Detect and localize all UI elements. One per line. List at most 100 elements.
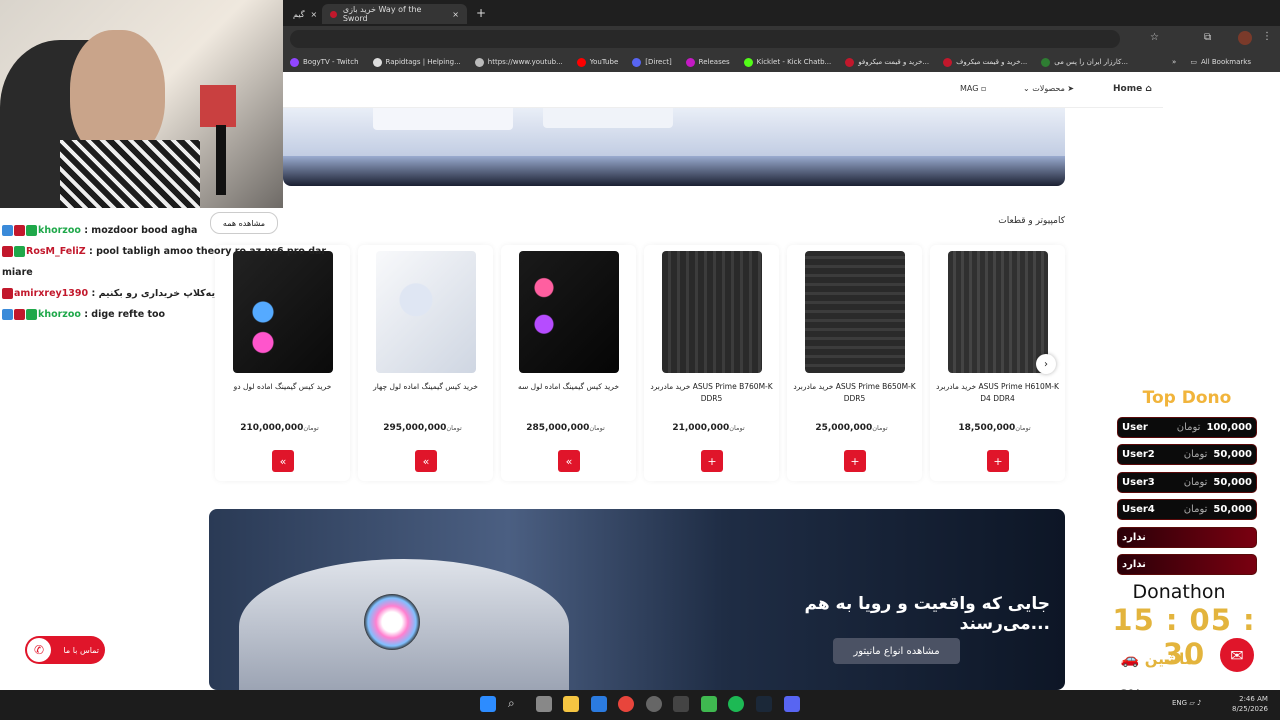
top-banner[interactable]: [283, 108, 1065, 186]
bookmark-item[interactable]: https://www.youtub...: [474, 57, 563, 67]
app-icon[interactable]: [673, 696, 689, 712]
extensions-icon[interactable]: ⧉: [1204, 32, 1211, 43]
start-icon[interactable]: [480, 696, 496, 712]
clock[interactable]: 2:46 AM 8/25/2026: [1232, 694, 1268, 714]
vpn-icon[interactable]: [591, 696, 607, 712]
badge-icon: [14, 225, 25, 236]
bookmark-item[interactable]: خرید و قیمت میکروفو...: [845, 57, 929, 67]
app-icon[interactable]: [701, 696, 717, 712]
product-name[interactable]: خرید کیس گیمینگ اماده لول چهار: [362, 381, 489, 393]
add-to-cart-button[interactable]: +: [987, 450, 1009, 472]
task-view-icon[interactable]: [536, 696, 552, 712]
phone-icon: ✆: [27, 638, 51, 662]
bookmark-item[interactable]: کارزار ایران را پس می...: [1041, 57, 1128, 67]
taskbar: [0, 690, 1280, 720]
bookmark-item[interactable]: Kicklet - Kick Chatb...: [743, 57, 831, 67]
badge-icon: [2, 246, 13, 257]
tab-active[interactable]: خرید بازی Way of the Sword ×: [322, 4, 467, 24]
badge-icon: [26, 309, 37, 320]
car-icon: 🚗: [1120, 650, 1140, 668]
chevron-right-icon[interactable]: »: [1172, 58, 1176, 66]
chat-bubble-icon: ✉: [1218, 636, 1256, 674]
chat-message: amirxrey1390 : یه‌کلاپ خریداری رو بکنیم: [2, 283, 352, 304]
product-price: تومان285,000,000: [526, 423, 605, 433]
discord-icon[interactable]: [784, 696, 800, 712]
chat-message: RosM_FeliZ : pool tabligh amoo theory ro…: [2, 246, 327, 278]
system-tray[interactable]: ENG ▱ ♪: [1172, 699, 1201, 707]
nav-mag[interactable]: MAG ▫: [960, 84, 986, 93]
chat-message: khorzoo : dige refte too: [2, 304, 352, 325]
product-name[interactable]: خرید کیس گیمینگ اماده لول دو: [219, 381, 346, 393]
all-bookmarks[interactable]: ▭ All Bookmarks: [1190, 58, 1251, 66]
poster-image: [200, 85, 236, 127]
product-price: تومان210,000,000: [240, 423, 319, 433]
obs-icon[interactable]: [646, 696, 662, 712]
product-image[interactable]: [519, 251, 619, 373]
bookmark-item[interactable]: YouTube: [576, 57, 618, 67]
spotify-icon[interactable]: [728, 696, 744, 712]
add-to-cart-button[interactable]: «: [558, 450, 580, 472]
badge-icon: [14, 246, 25, 257]
product-card[interactable]: خرید مادربرد ASUS Prime B650M-K DDR5 توم…: [787, 245, 922, 481]
product-name[interactable]: خرید مادربرد ASUS Prime H610M-K D4 DDR4: [934, 381, 1061, 405]
chevron-down-icon: ⌄: [1023, 84, 1030, 93]
address-bar[interactable]: [290, 30, 1120, 48]
avatar[interactable]: [1238, 31, 1252, 45]
badge-icon: [2, 288, 13, 299]
product-name[interactable]: خرید مادربرد ASUS Prime B760M-K DDR5: [648, 381, 775, 405]
product-image[interactable]: [376, 251, 476, 373]
product-name[interactable]: خرید مادربرد ASUS Prime B650M-K DDR5: [791, 381, 918, 405]
product-card[interactable]: خرید کیس گیمینگ اماده لول چهار تومان295,…: [358, 245, 493, 481]
nav-products[interactable]: ⌄ محصولات ➤: [1023, 84, 1074, 93]
add-to-cart-button[interactable]: +: [701, 450, 723, 472]
product-image[interactable]: [948, 251, 1048, 373]
add-to-cart-button[interactable]: +: [844, 450, 866, 472]
dono-row: ندارد: [1117, 554, 1257, 575]
carousel-next-button[interactable]: ›: [1036, 354, 1056, 374]
close-icon[interactable]: ×: [452, 10, 459, 19]
rgb-ring: [364, 594, 420, 650]
menu-icon[interactable]: ⋮: [1262, 31, 1272, 42]
bookmark-item[interactable]: [Direct]: [632, 57, 672, 67]
dono-row: ندارد: [1117, 527, 1257, 548]
chat-overlay: khorzoo : mozdoor bood agha RosM_FeliZ :…: [2, 220, 352, 325]
product-price: تومان21,000,000: [672, 423, 745, 433]
product-name[interactable]: خرید کیس گیمینگ اماده لول سه: [505, 381, 632, 393]
close-icon[interactable]: ×: [311, 10, 318, 19]
add-to-cart-button[interactable]: «: [272, 450, 294, 472]
tab-game[interactable]: گیم ×: [285, 4, 321, 24]
bookmark-item[interactable]: خرید و قیمت میکروف...: [943, 57, 1027, 67]
dono-row: User2 تومان 50,000: [1117, 444, 1257, 465]
bookmark-item[interactable]: BogyTV - Twitch: [290, 57, 359, 67]
view-monitors-button[interactable]: مشاهده انواع مانیتور: [833, 638, 960, 664]
bookmark-item[interactable]: Releases: [685, 57, 730, 67]
shirt-image: [60, 140, 200, 208]
add-to-cart-button[interactable]: «: [415, 450, 437, 472]
section-title: کامپیوتر و قطعات: [998, 216, 1065, 226]
webcam-feed: [0, 0, 283, 208]
product-image[interactable]: [805, 251, 905, 373]
product-price: تومان25,000,000: [815, 423, 888, 433]
product-image[interactable]: [662, 251, 762, 373]
new-tab-button[interactable]: +: [476, 6, 486, 20]
site-nav: Home ⌂ ⌄ محصولات ➤ MAG ▫: [283, 72, 1163, 108]
home-icon: ⌂: [1145, 84, 1152, 94]
product-card[interactable]: خرید مادربرد ASUS Prime B760M-K DDR5 توم…: [644, 245, 779, 481]
reward-label: 🚗 ماشین: [1120, 650, 1194, 668]
dono-row: User3 تومان 50,000: [1117, 472, 1257, 493]
chrome-icon[interactable]: [618, 696, 634, 712]
steam-icon[interactable]: [756, 696, 772, 712]
search-icon[interactable]: ⌕: [508, 696, 524, 712]
wifi-icon: ▱: [1189, 699, 1195, 707]
nav-home[interactable]: Home ⌂: [1113, 84, 1152, 94]
speaker-icon: ♪: [1196, 699, 1202, 707]
microphone-image: [216, 125, 226, 195]
donathon-label: Donathon: [1132, 581, 1226, 603]
bookmark-item[interactable]: Rapidtags | Helping...: [372, 57, 461, 67]
star-icon[interactable]: ☆: [1150, 32, 1159, 43]
contact-button[interactable]: ✆ تماس با ما: [25, 636, 105, 664]
doc-icon: ▫: [980, 84, 987, 93]
product-card[interactable]: خرید کیس گیمینگ اماده لول سه تومان285,00…: [501, 245, 636, 481]
file-explorer-icon[interactable]: [563, 696, 579, 712]
site-favicon: [330, 10, 337, 18]
